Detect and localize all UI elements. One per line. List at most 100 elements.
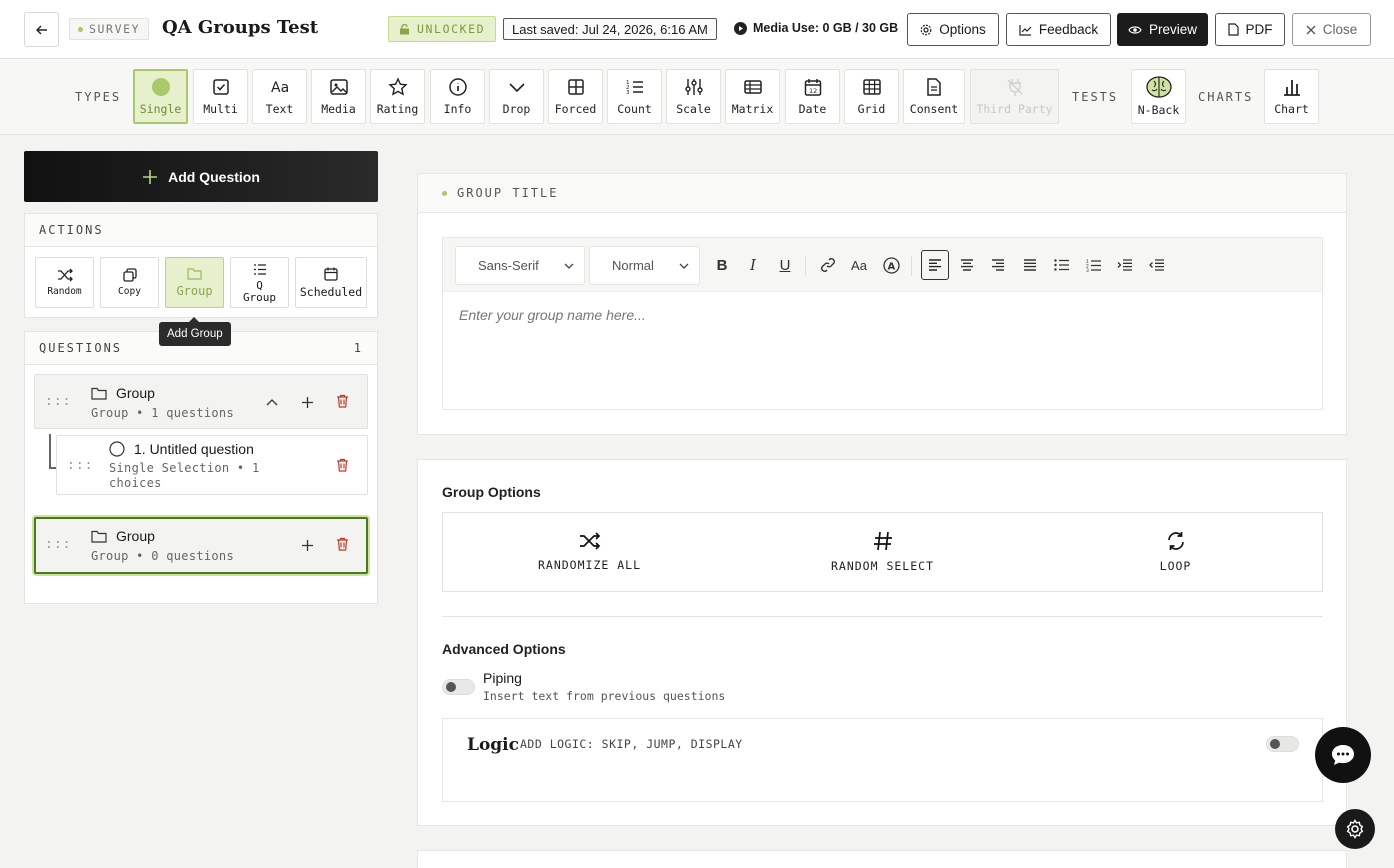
pdf-button[interactable]: PDF bbox=[1215, 13, 1285, 46]
type-info-button[interactable]: Info bbox=[430, 69, 485, 124]
preview-button[interactable]: Preview bbox=[1117, 13, 1208, 46]
chat-button[interactable] bbox=[1315, 727, 1371, 783]
svg-text:Aa: Aa bbox=[271, 80, 289, 96]
type-text-button[interactable]: Aa Text bbox=[252, 69, 307, 124]
outdent-button[interactable] bbox=[1145, 254, 1167, 276]
type-rating-button[interactable]: Rating bbox=[370, 69, 425, 124]
type-consent-button[interactable]: Consent bbox=[903, 69, 965, 124]
chart-label: Chart bbox=[1274, 102, 1309, 116]
type-rating-label: Rating bbox=[376, 102, 419, 116]
chart-line-icon bbox=[1019, 24, 1032, 36]
font-size-select[interactable]: Normal bbox=[589, 246, 700, 285]
text-style-button[interactable]: Aa bbox=[848, 254, 870, 276]
chat-bubble-icon bbox=[1332, 745, 1354, 765]
group-title-card: GROUP TITLE Sans-Serif Normal B I U Aa A bbox=[417, 173, 1347, 435]
arrow-left-icon bbox=[35, 25, 47, 34]
chart-button[interactable]: Chart bbox=[1264, 69, 1319, 124]
italic-button[interactable]: I bbox=[742, 254, 764, 276]
bullet-list-button[interactable] bbox=[1050, 254, 1072, 276]
indent-button[interactable] bbox=[1113, 254, 1135, 276]
outdent-icon bbox=[1148, 259, 1164, 271]
gear-icon bbox=[1346, 819, 1364, 839]
type-scale-label: Scale bbox=[676, 102, 711, 116]
options-button[interactable]: Options bbox=[907, 13, 999, 46]
folder-icon bbox=[91, 387, 107, 400]
align-justify-icon bbox=[1024, 259, 1036, 271]
text-style-icon: Aa bbox=[851, 257, 867, 273]
action-copy-button[interactable]: Copy bbox=[100, 257, 159, 308]
piping-toggle[interactable] bbox=[442, 679, 475, 695]
add-question-button[interactable]: Add Question bbox=[24, 151, 378, 202]
add-to-group-button[interactable] bbox=[298, 393, 316, 411]
action-random-button[interactable]: Random bbox=[35, 257, 94, 308]
type-matrix-button[interactable]: Matrix bbox=[725, 69, 780, 124]
delete-group-button[interactable] bbox=[333, 392, 351, 410]
group-options-title: Group Options bbox=[442, 484, 541, 500]
type-third-party-label: Third Party bbox=[976, 102, 1053, 116]
type-drop-button[interactable]: Drop bbox=[489, 69, 544, 124]
align-left-button[interactable] bbox=[921, 250, 949, 280]
action-group-button[interactable]: Group bbox=[165, 257, 224, 308]
copy-icon bbox=[122, 268, 137, 282]
randomize-all-option[interactable]: RANDOMIZE ALL bbox=[443, 513, 736, 591]
drag-handle-icon[interactable]: ::: bbox=[45, 394, 71, 409]
question-item[interactable]: ::: 1. Untitled question Single Selectio… bbox=[56, 435, 368, 495]
group-name-input[interactable]: Enter your group name here... bbox=[459, 307, 646, 323]
settings-button[interactable] bbox=[1335, 809, 1375, 849]
loop-option[interactable]: LOOP bbox=[1029, 513, 1322, 591]
advanced-options-title: Advanced Options bbox=[442, 641, 566, 657]
link-button[interactable] bbox=[817, 254, 839, 276]
group-item[interactable]: ::: Group Group • 1 questions bbox=[34, 374, 368, 429]
question-subtitle: Single Selection • 1 choices bbox=[109, 461, 260, 491]
question-subtitle-line1: Single Selection • 1 bbox=[109, 461, 260, 475]
type-single-button[interactable]: Single bbox=[133, 69, 188, 124]
align-center-button[interactable] bbox=[956, 254, 978, 276]
lock-status-badge[interactable]: UNLOCKED bbox=[388, 16, 497, 42]
delete-group-button[interactable] bbox=[333, 535, 351, 553]
type-media-button[interactable]: Media bbox=[311, 69, 366, 124]
svg-text:12: 12 bbox=[809, 87, 817, 95]
sliders-icon bbox=[684, 79, 703, 95]
close-button[interactable]: Close bbox=[1292, 13, 1371, 46]
ordered-list-button[interactable]: 123 bbox=[1082, 254, 1104, 276]
type-count-button[interactable]: 123 Count bbox=[607, 69, 662, 124]
font-family-select[interactable]: Sans-Serif bbox=[455, 246, 585, 285]
action-q-group-button[interactable]: Q Group bbox=[230, 257, 289, 308]
questions-label: QUESTIONS bbox=[39, 341, 123, 355]
align-right-icon bbox=[992, 259, 1004, 271]
bold-button[interactable]: B bbox=[711, 254, 733, 276]
feedback-button[interactable]: Feedback bbox=[1006, 13, 1111, 46]
text-aa-icon: Aa bbox=[271, 80, 289, 96]
question-types-toolbar: TYPES Single Multi Aa Text Media Rating … bbox=[0, 59, 1394, 135]
add-to-group-button[interactable] bbox=[298, 536, 316, 554]
action-scheduled-button[interactable]: Scheduled bbox=[295, 257, 367, 308]
play-circle-icon bbox=[734, 21, 747, 35]
random-select-option[interactable]: RANDOM SELECT bbox=[736, 513, 1029, 591]
group-item-selected[interactable]: ::: Group Group • 0 questions bbox=[34, 517, 368, 574]
type-forced-button[interactable]: Forced bbox=[548, 69, 603, 124]
logic-toggle[interactable] bbox=[1266, 736, 1299, 752]
type-multi-button[interactable]: Multi bbox=[193, 69, 248, 124]
align-right-button[interactable] bbox=[987, 254, 1009, 276]
align-justify-button[interactable] bbox=[1019, 254, 1041, 276]
clear-format-button[interactable]: A bbox=[880, 254, 902, 276]
logic-panel: Logic ADD LOGIC: SKIP, JUMP, DISPLAY bbox=[442, 718, 1323, 802]
type-date-button[interactable]: 12 Date bbox=[785, 69, 840, 124]
delete-question-button[interactable] bbox=[333, 456, 351, 474]
media-use-label: Media Use: 0 GB / 30 GB bbox=[753, 21, 899, 35]
drag-handle-icon[interactable]: ::: bbox=[45, 537, 71, 552]
options-label: Options bbox=[939, 22, 986, 37]
add-question-label: Add Question bbox=[168, 168, 260, 185]
underline-button[interactable]: U bbox=[774, 254, 796, 276]
collapse-button[interactable] bbox=[263, 393, 281, 411]
type-grid-button[interactable]: Grid bbox=[844, 69, 899, 124]
rich-text-editor[interactable]: Sans-Serif Normal B I U Aa A 1 2 3 Enter… bbox=[442, 237, 1323, 410]
app-header: SURVEY QA Groups Test UNLOCKED Last save… bbox=[0, 0, 1394, 59]
brain-icon bbox=[1145, 76, 1172, 98]
drag-handle-icon[interactable]: ::: bbox=[67, 458, 93, 473]
loop-icon bbox=[1167, 532, 1184, 550]
test-n-back-button[interactable]: N-Back bbox=[1131, 69, 1186, 124]
type-third-party-button: Third Party bbox=[970, 69, 1059, 124]
back-button[interactable] bbox=[24, 12, 59, 47]
type-scale-button[interactable]: Scale bbox=[666, 69, 721, 124]
